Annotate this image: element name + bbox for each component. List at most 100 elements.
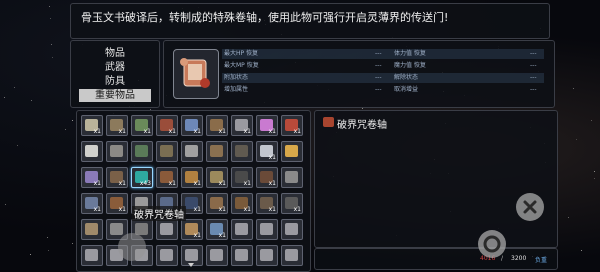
virtual-joystick[interactable] [118,233,146,261]
star [575,138,577,140]
inventory-slot[interactable]: x1 [106,115,128,136]
star [72,242,74,244]
inventory-slot[interactable] [81,141,103,162]
item-count: x1 [218,232,226,239]
star [5,204,7,206]
item-icon [285,171,298,183]
star [47,250,49,252]
confirm-button[interactable] [478,230,506,258]
star [567,216,569,218]
category-items[interactable]: 物品 [79,47,151,60]
item-count: x1 [243,206,251,213]
inventory-slot[interactable] [256,245,278,266]
inventory-slot[interactable]: x1 [256,193,278,214]
weight-max: 3200 [511,255,527,262]
inventory-slot[interactable]: x1 [156,167,178,188]
inventory-slot[interactable] [281,245,303,266]
item-icon [110,223,123,235]
inventory-slot[interactable] [256,219,278,240]
inventory-slot[interactable] [156,141,178,162]
item-count: x1 [268,128,276,135]
inventory-slot[interactable] [156,245,178,266]
inventory-slot[interactable] [106,141,128,162]
item-icon [235,249,248,261]
inventory-slot[interactable]: x1 [181,219,203,240]
item-portrait [173,49,219,99]
scroll-down-icon[interactable] [188,263,194,267]
inventory-slot[interactable] [181,141,203,162]
item-count: x1 [268,206,276,213]
item-icon [260,223,273,235]
star [593,171,595,173]
item-count: x1 [193,206,201,213]
inventory-slot[interactable] [231,245,253,266]
item-count: x1 [193,128,201,135]
star [573,87,575,89]
star [594,177,596,179]
inventory-slot[interactable]: x43 [131,167,153,188]
inventory-slot[interactable]: x1 [231,115,253,136]
inventory-slot[interactable] [281,219,303,240]
inventory-slot[interactable]: x1 [206,193,228,214]
inventory-slot[interactable]: x1 [131,115,153,136]
item-icon [135,145,148,157]
inventory-slot[interactable] [156,219,178,240]
scroll-icon [180,58,210,88]
close-button[interactable] [516,193,544,221]
inventory-slot[interactable]: x1 [206,219,228,240]
star [65,129,67,131]
inventory-slot[interactable]: x1 [106,193,128,214]
selected-item-name: 破界咒卷轴 [337,120,387,131]
item-icon [185,145,198,157]
star [14,87,16,89]
inventory-slot[interactable]: x1 [181,115,203,136]
item-icon [235,145,248,157]
inventory-slot[interactable]: x1 [206,167,228,188]
star [49,18,51,20]
inventory-slot[interactable]: x1 [231,193,253,214]
item-icon [260,249,273,261]
inventory-slot[interactable] [231,141,253,162]
inventory-slot[interactable]: x1 [156,115,178,136]
category-armor[interactable]: 防具 [79,75,151,88]
item-count: x1 [118,128,126,135]
item-icon [210,249,223,261]
scroll-icon [323,117,334,127]
inventory-slot[interactable] [281,141,303,162]
inventory-slot[interactable] [206,141,228,162]
inventory-slot[interactable]: x1 [106,167,128,188]
inventory-slot[interactable] [281,167,303,188]
category-key-items[interactable]: 重要物品 [79,89,151,102]
inventory-slot[interactable] [81,219,103,240]
inventory-slot[interactable]: x1 [206,115,228,136]
inventory-slot[interactable]: x1 [81,167,103,188]
item-count: x1 [293,128,301,135]
inventory-slot[interactable]: x1 [81,193,103,214]
star [51,44,53,46]
inventory-slot[interactable]: x1 [256,167,278,188]
inventory-slot[interactable]: x1 [281,115,303,136]
inventory-slot[interactable] [81,245,103,266]
item-icon [85,249,98,261]
inventory-slot[interactable]: x1 [181,167,203,188]
star [17,144,19,146]
item-count: x1 [118,206,126,213]
item-count: x1 [168,128,176,135]
inventory-slot[interactable]: x1 [231,167,253,188]
inventory-slot[interactable]: x1 [256,141,278,162]
item-count: x1 [243,128,251,135]
inventory-slot[interactable] [231,219,253,240]
inventory-slot[interactable] [206,245,228,266]
star [30,253,32,255]
item-count: x1 [243,180,251,187]
star [51,56,53,58]
star [72,119,74,121]
item-count: x1 [268,154,276,161]
inventory-slot[interactable]: x1 [281,193,303,214]
inventory-slot[interactable]: x1 [256,115,278,136]
inventory-slot[interactable]: x1 [81,115,103,136]
item-icon [210,145,223,157]
weight-label: 负重 [535,257,548,264]
inventory-slot[interactable] [131,141,153,162]
category-weapons[interactable]: 武器 [79,61,151,74]
